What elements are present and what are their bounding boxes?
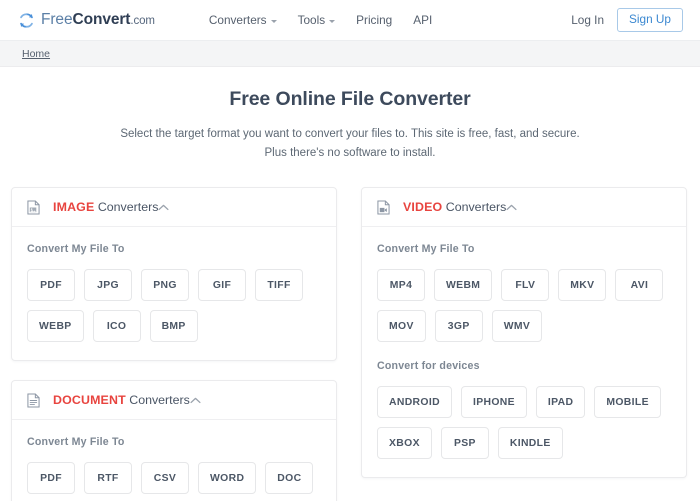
log-in-link[interactable]: Log In [571,13,604,27]
format-button-3gp[interactable]: 3GP [434,310,483,343]
format-button-csv[interactable]: CSV [141,462,189,495]
format-button-word[interactable]: WORD [198,462,257,495]
right-column: VIDEO Converters Convert My File To MP4 W… [361,187,687,479]
document-card-category: DOCUMENT [53,393,126,408]
format-button-iphone[interactable]: IPHONE [460,386,527,419]
format-button-pdf[interactable]: PDF [27,462,75,495]
page-title: Free Online File Converter [229,88,471,110]
chevron-up-icon[interactable] [190,397,201,404]
logo-convert-text: Convert [72,11,131,28]
image-converters-card: IMAGE Converters Convert My File To PDF J… [11,187,337,362]
nav-item-converters[interactable]: Converters [209,13,277,27]
nav-label: Tools [297,13,326,27]
format-button-doc[interactable]: DOC [265,462,314,495]
format-button-ipad[interactable]: IPAD [535,386,586,419]
format-button-avi[interactable]: AVI [615,269,664,302]
hero-section: Free Online File Converter Select the ta… [0,67,700,162]
format-button-pdf[interactable]: PDF [27,269,75,302]
video-file-icon [377,200,390,215]
format-button-png[interactable]: PNG [141,269,189,302]
document-file-icon [27,393,40,408]
document-group1-label: Convert My File To [27,436,125,449]
document-card-title: DOCUMENT Converters [53,393,190,407]
nav-item-tools[interactable]: Tools [298,13,336,27]
logo-free-text: Free [41,11,73,28]
image-card-title: IMAGE Converters [53,200,158,214]
video-card-title: VIDEO Converters [403,200,506,214]
document-card-body: Convert My File To PDF RTF CSV WORD DOC [12,420,336,501]
logo-tld-text: .com [130,15,155,27]
video-card-header[interactable]: VIDEO Converters [362,188,686,228]
video-card-suffix: Converters [442,200,507,215]
nav-item-pricing[interactable]: Pricing [356,13,392,27]
chevron-down-icon [270,19,277,23]
chevron-up-icon[interactable] [506,204,517,211]
site-header: FreeConvert.com Converters Tools Pricing… [0,0,700,41]
image-group1-label: Convert My File To [27,243,125,256]
video-group1-label: Convert My File To [377,243,475,256]
chevron-down-icon [329,19,336,23]
video-converters-card: VIDEO Converters Convert My File To MP4 W… [361,187,687,479]
converter-card-grid: IMAGE Converters Convert My File To PDF J… [0,162,700,501]
image-card-category: IMAGE [53,200,95,215]
format-button-gif[interactable]: GIF [198,269,246,302]
format-button-jpg[interactable]: JPG [84,269,132,302]
image-card-body: Convert My File To PDF JPG PNG GIF TIFF WEBP I… [12,227,336,360]
video-group2-label: Convert for devices [377,360,480,373]
format-button-wmv[interactable]: WMV [491,310,543,343]
image-card-suffix: Converters [94,200,159,215]
document-converters-card: DOCUMENT Converters Convert My File To P… [11,380,337,501]
format-button-tiff[interactable]: TIFF [255,269,303,302]
nav-label: Pricing [356,13,393,27]
format-button-xbox[interactable]: XBOX [377,427,432,460]
format-button-android[interactable]: ANDROID [377,386,452,419]
refresh-circle-icon [18,12,35,29]
document-card-header[interactable]: DOCUMENT Converters [12,381,336,421]
page-subtitle: Select the target format you want to con… [120,128,580,159]
video-format-buttons: MP4 WEBM FLV MKV AVI MOV 3GP WMV [377,269,671,343]
breadcrumb-item-home[interactable]: Home [22,48,50,60]
format-button-kindle[interactable]: KINDLE [497,427,563,460]
format-button-webp[interactable]: WEBP [27,310,84,343]
format-button-webm[interactable]: WEBM [434,269,493,302]
format-button-mov[interactable]: MOV [377,310,426,343]
format-button-ico[interactable]: ICO [92,310,141,343]
image-card-header[interactable]: IMAGE Converters [12,188,336,228]
video-card-category: VIDEO [403,200,443,215]
format-button-bmp[interactable]: BMP [149,310,198,343]
document-card-suffix: Converters [125,393,190,408]
document-format-buttons: PDF RTF CSV WORD DOC [27,462,321,495]
left-column: IMAGE Converters Convert My File To PDF J… [11,187,337,501]
nav-label: Converters [208,13,267,27]
chevron-up-icon[interactable] [158,204,169,211]
format-button-mkv[interactable]: MKV [558,269,607,302]
sign-up-button[interactable]: Sign Up [617,8,683,32]
format-button-mobile[interactable]: MOBILE [594,386,661,419]
main-navigation: Converters Tools Pricing API [209,13,432,27]
format-button-mp4[interactable]: MP4 [377,269,425,302]
site-logo[interactable]: FreeConvert.com [18,11,155,29]
video-card-body: Convert My File To MP4 WEBM FLV MKV AVI MOV 3G… [362,227,686,477]
header-actions: Log In Sign Up [571,8,683,32]
format-button-psp[interactable]: PSP [440,427,489,460]
nav-label: API [413,13,433,27]
video-device-buttons: ANDROID IPHONE IPAD MOBILE XBOX PSP KINDLE [377,386,671,460]
image-file-icon [27,200,40,215]
nav-item-api[interactable]: API [413,13,432,27]
image-format-buttons: PDF JPG PNG GIF TIFF WEBP ICO BMP [27,269,321,343]
breadcrumb: Home [0,41,700,67]
logo-wordmark: FreeConvert.com [41,11,155,29]
format-button-rtf[interactable]: RTF [84,462,132,495]
format-button-flv[interactable]: FLV [501,269,550,302]
